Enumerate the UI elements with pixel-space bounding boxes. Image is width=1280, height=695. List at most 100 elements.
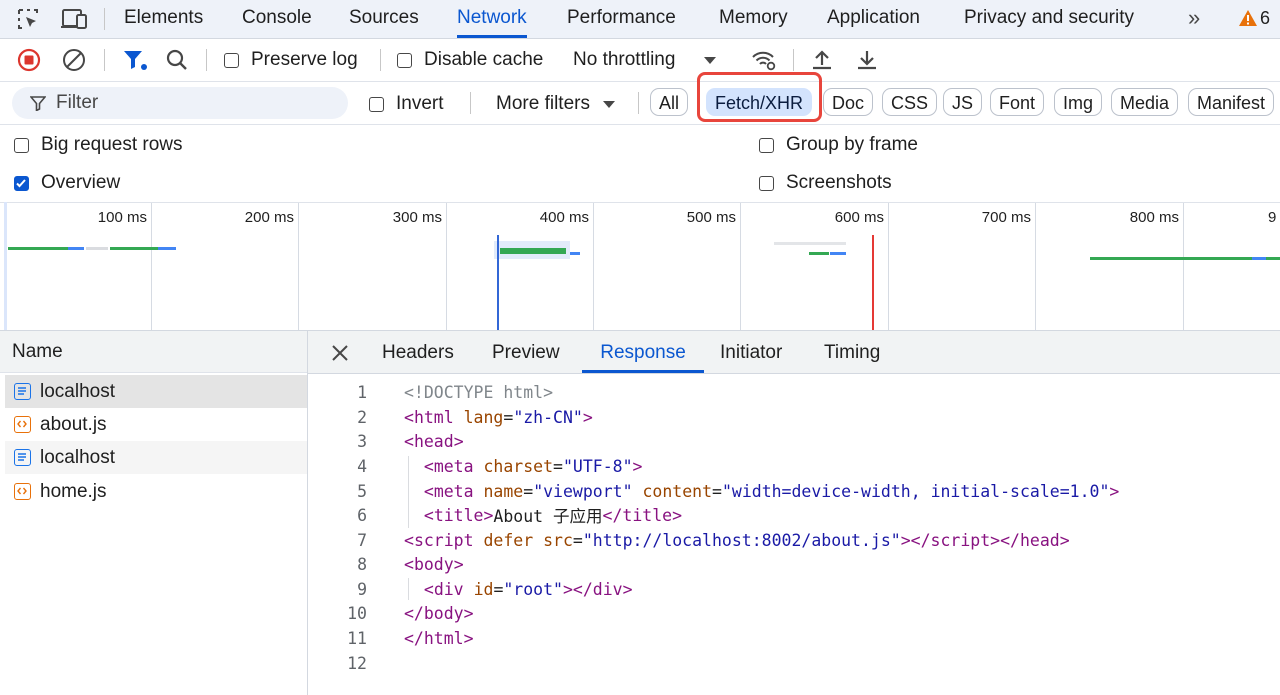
group-by-frame-checkbox[interactable]: Group by frame: [759, 134, 918, 156]
checkbox-box[interactable]: [224, 52, 239, 68]
warning-count[interactable]: 6: [1260, 0, 1270, 38]
grid-line: [593, 203, 594, 330]
timeline-tick: 400 ms: [539, 209, 589, 226]
tab-timing[interactable]: Timing: [824, 335, 880, 373]
type-filter-manifest[interactable]: Manifest: [1188, 88, 1275, 116]
line-number: 7: [357, 530, 367, 550]
tab-response[interactable]: Response: [582, 335, 704, 373]
inspect-element-icon[interactable]: [14, 6, 42, 32]
timeline-tick: 9: [1268, 209, 1277, 226]
code-text: div: [433, 579, 464, 599]
type-filter-font[interactable]: Font: [990, 88, 1045, 116]
screenshots-label: Screenshots: [786, 172, 892, 193]
tab-initiator[interactable]: Initiator: [720, 335, 782, 373]
big-request-rows-checkbox[interactable]: Big request rows: [14, 134, 183, 156]
tab-privacy-and-security[interactable]: Privacy and security: [964, 0, 1134, 38]
invert-checkbox[interactable]: Invert: [369, 93, 444, 115]
type-filter-fetch-xhr[interactable]: Fetch/XHR: [706, 88, 813, 116]
filter-toggle-icon[interactable]: [120, 48, 150, 72]
tab-memory[interactable]: Memory: [719, 0, 788, 38]
tab-console[interactable]: Console: [242, 0, 312, 38]
invert-label: Invert: [396, 93, 444, 114]
request-row[interactable]: home.js: [5, 475, 307, 508]
chevron-down-icon: [704, 57, 717, 64]
type-filter-all[interactable]: All: [650, 88, 689, 116]
waterfall-bar: [1090, 257, 1252, 260]
checkbox-box-checked[interactable]: [14, 175, 29, 191]
line-number: 5: [357, 481, 367, 501]
waterfall-bar: [68, 247, 84, 250]
request-name: about.js: [40, 413, 107, 435]
script-icon: [14, 483, 31, 500]
filter-icon: [30, 96, 46, 111]
type-filter-img[interactable]: Img: [1054, 88, 1103, 116]
tab-performance[interactable]: Performance: [567, 0, 676, 38]
name-column-header[interactable]: Name: [0, 331, 307, 373]
checkbox-box[interactable]: [369, 96, 384, 112]
code-text: head: [413, 431, 454, 451]
close-icon[interactable]: [329, 342, 351, 364]
screenshots-checkbox[interactable]: Screenshots: [759, 172, 892, 194]
overview-label: Overview: [41, 172, 121, 193]
throttling-select[interactable]: No throttling: [573, 49, 717, 71]
device-toolbar-icon[interactable]: [60, 6, 90, 32]
network-conditions-icon[interactable]: [749, 47, 779, 73]
code-line: 3 < head >: [309, 429, 464, 453]
code-text: div: [592, 579, 623, 599]
request-row[interactable]: localhost: [5, 375, 307, 408]
code-text: content: [642, 481, 713, 501]
code-line: 9 < div id = "root" ></div >: [309, 577, 632, 601]
more-filters-dropdown[interactable]: More filters: [496, 93, 616, 115]
timeline-tick: 300 ms: [392, 209, 442, 226]
checkbox-box[interactable]: [759, 137, 774, 153]
timeline-tick: 600 ms: [834, 209, 884, 226]
type-filter-js[interactable]: JS: [943, 88, 983, 116]
type-filter-media[interactable]: Media: [1111, 88, 1179, 116]
code-text: "http://localhost:8002/about.js": [582, 530, 901, 550]
request-name: localhost: [40, 446, 115, 468]
overview-left-handle[interactable]: [4, 202, 7, 330]
checkbox-box[interactable]: [14, 137, 29, 153]
tab-headers[interactable]: Headers: [382, 335, 454, 373]
search-icon[interactable]: [164, 48, 190, 72]
type-filter-doc[interactable]: Doc: [823, 88, 874, 116]
clear-icon[interactable]: [61, 48, 87, 72]
type-filter-css[interactable]: CSS: [882, 88, 938, 116]
request-row[interactable]: about.js: [5, 408, 307, 441]
preserve-log-checkbox[interactable]: Preserve log: [224, 49, 358, 71]
waterfall-bar: [830, 252, 846, 255]
timeline-tick: 100 ms: [97, 209, 147, 226]
code-line: 7 < script defer src = "http://localhost:800…: [309, 528, 1070, 552]
big-request-rows-label: Big request rows: [41, 134, 183, 155]
network-overview[interactable]: [0, 202, 1280, 331]
disable-cache-label: Disable cache: [424, 49, 544, 70]
tab-application[interactable]: Application: [827, 0, 920, 38]
stop-recording-icon[interactable]: [16, 48, 42, 72]
tab-preview[interactable]: Preview: [492, 335, 560, 373]
waterfall-bar: [809, 252, 829, 255]
import-har-icon[interactable]: [809, 47, 835, 73]
panel-divider[interactable]: [307, 331, 308, 695]
tab-elements[interactable]: Elements: [124, 0, 203, 38]
code-text: defer: [483, 530, 534, 550]
grid-line: [888, 203, 889, 330]
code-text: title: [433, 505, 484, 525]
overview-checkbox[interactable]: Overview: [14, 172, 120, 194]
timeline-tick: 800 ms: [1129, 209, 1179, 226]
filter-input[interactable]: Filter: [12, 87, 348, 119]
code-text: title: [622, 505, 673, 525]
code-line: 4 < meta charset = "UTF-8" >: [309, 454, 642, 478]
checkbox-box[interactable]: [397, 52, 412, 68]
grid-line: [1183, 203, 1184, 330]
disable-cache-checkbox[interactable]: Disable cache: [397, 49, 543, 71]
load-event-marker: [872, 235, 874, 330]
request-row[interactable]: localhost: [5, 441, 307, 474]
more-tabs-button[interactable]: »: [1188, 0, 1200, 38]
code-line: 12: [309, 651, 404, 675]
warning-icon[interactable]: [1238, 8, 1258, 28]
tab-sources[interactable]: Sources: [349, 0, 419, 38]
tab-network[interactable]: Network: [457, 0, 527, 38]
line-number: 2: [357, 407, 367, 427]
export-har-icon[interactable]: [854, 47, 880, 73]
checkbox-box[interactable]: [759, 175, 774, 191]
